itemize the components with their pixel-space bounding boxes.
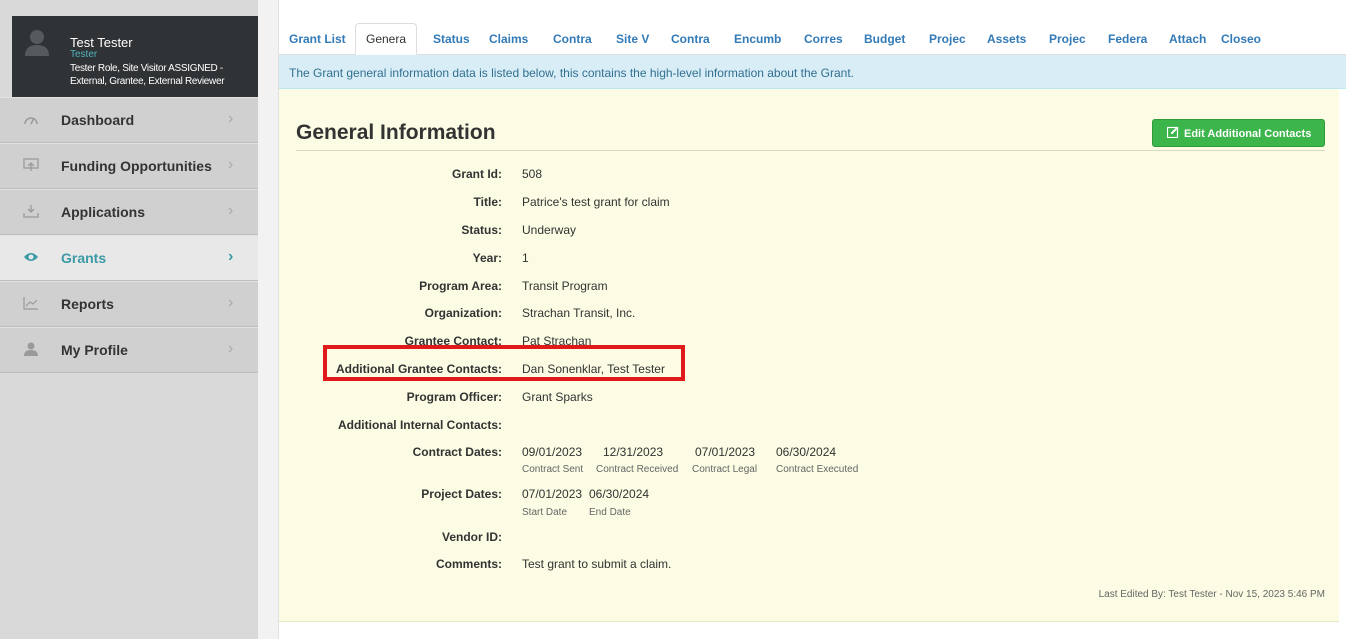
eye-icon — [22, 250, 40, 266]
project-start-caption: Start Date — [522, 507, 568, 518]
chevron-right-icon: › — [228, 340, 234, 357]
status-label: Status: — [461, 223, 502, 237]
tab-attachments[interactable]: Attach — [1169, 23, 1206, 55]
title-label: Title: — [473, 195, 502, 209]
program-officer-label: Program Officer: — [406, 390, 502, 404]
contract-legal-caption: Contract Legal — [692, 464, 758, 475]
program-area-value: Transit Program — [522, 279, 608, 293]
sidebar-item-dashboard[interactable]: Dashboard › — [0, 97, 258, 143]
tab-projects-2[interactable]: Projec — [1049, 23, 1086, 55]
edit-button-label: Edit Additional Contacts — [1184, 128, 1312, 140]
tab-budget[interactable]: Budget — [864, 23, 905, 55]
upload-box-icon — [22, 158, 40, 174]
chevron-right-icon: › — [228, 202, 234, 219]
grant-id-value: 508 — [522, 167, 543, 181]
organization-value: Strachan Transit, Inc. — [522, 306, 636, 320]
year-value: 1 — [522, 251, 529, 265]
tab-contracts-2[interactable]: Contra — [671, 23, 710, 55]
sidebar-item-label: Dashboard — [61, 112, 135, 128]
sidebar-item-label: Grants — [61, 250, 107, 266]
general-info-panel: General Information Edit Additional Cont… — [279, 89, 1339, 622]
title-divider — [296, 150, 1325, 151]
tab-federal[interactable]: Federa — [1108, 23, 1147, 55]
download-tray-icon — [22, 204, 40, 220]
chevron-right-icon: › — [228, 156, 234, 173]
status-value: Underway — [522, 223, 577, 237]
sidebar-item-reports[interactable]: Reports › — [0, 281, 258, 327]
project-end-caption: End Date — [589, 507, 631, 518]
sidebar-item-label: Funding Opportunities — [61, 158, 212, 174]
contract-dates-label: Contract Dates: — [412, 445, 502, 459]
additional-internal-contacts-label: Additional Internal Contacts: — [337, 418, 502, 432]
sidebar: Test Tester Tester Tester Role, Site Vis… — [0, 0, 258, 639]
contract-received-date: 12/31/2023 — [603, 445, 664, 459]
last-edited-text: Last Edited By: Test Tester - Nov 15, 20… — [1098, 589, 1325, 600]
contract-sent-caption: Contract Sent — [522, 464, 584, 475]
program-area-label: Program Area: — [419, 279, 502, 293]
tab-correspondence[interactable]: Corres — [804, 23, 843, 55]
page-title: General Information — [296, 121, 496, 144]
main-content: Grant List Genera Status Claims Contra S… — [278, 0, 1346, 639]
user-icon — [22, 342, 40, 358]
user-name: Test Tester — [70, 35, 133, 50]
comments-label: Comments: — [435, 557, 502, 571]
project-start-date: 07/01/2023 — [522, 487, 583, 501]
info-text: The Grant general information data is li… — [289, 66, 854, 80]
project-end-date: 06/30/2024 — [589, 487, 650, 501]
sidebar-item-funding-opportunities[interactable]: Funding Opportunities › — [0, 143, 258, 189]
edit-icon — [1167, 126, 1179, 138]
contract-sent-date: 09/01/2023 — [522, 445, 583, 459]
sidebar-item-grants[interactable]: Grants › — [0, 235, 258, 281]
sidebar-item-label: Reports — [61, 296, 114, 312]
tab-general[interactable]: Genera — [355, 23, 418, 55]
sidebar-item-label: My Profile — [61, 342, 128, 358]
edit-additional-contacts-button[interactable]: Edit Additional Contacts — [1152, 119, 1325, 147]
info-alert: The Grant general information data is li… — [279, 55, 1346, 89]
sidebar-item-applications[interactable]: Applications › — [0, 189, 258, 235]
tab-projects[interactable]: Projec — [929, 23, 966, 55]
tab-status[interactable]: Status — [433, 23, 470, 55]
sidebar-item-my-profile[interactable]: My Profile › — [0, 327, 258, 373]
tab-encumbrances[interactable]: Encumb — [734, 23, 781, 55]
title-value: Patrice's test grant for claim — [522, 195, 670, 209]
tab-grant-list[interactable]: Grant List — [289, 23, 346, 55]
tab-closeout[interactable]: Closeo — [1221, 23, 1261, 55]
vendor-id-label: Vendor ID: — [441, 530, 502, 544]
comments-value: Test grant to submit a claim. — [522, 557, 672, 571]
highlight-annotation-box — [323, 345, 685, 381]
user-panel: Test Tester Tester Tester Role, Site Vis… — [12, 16, 258, 97]
speedometer-icon — [22, 112, 40, 128]
grant-id-label: Grant Id: — [452, 167, 502, 181]
user-avatar-icon — [25, 30, 49, 56]
organization-label: Organization: — [424, 306, 502, 320]
year-label: Year: — [472, 251, 502, 265]
chevron-right-icon: › — [228, 294, 234, 311]
line-chart-icon — [22, 296, 40, 312]
contract-executed-caption: Contract Executed — [776, 464, 859, 475]
panel-footer — [279, 622, 1339, 639]
contract-legal-date: 07/01/2023 — [695, 445, 756, 459]
tab-bar: Grant List Genera Status Claims Contra S… — [279, 0, 1346, 55]
user-role: Tester Role, Site Visitor ASSIGNED - Ext… — [70, 63, 225, 87]
sidebar-item-label: Applications — [61, 204, 146, 220]
tab-site-visits[interactable]: Site V — [616, 23, 649, 55]
chevron-right-icon: › — [228, 110, 234, 127]
program-officer-value: Grant Sparks — [522, 390, 593, 404]
user-subtitle: Tester — [70, 49, 98, 60]
tab-contracts[interactable]: Contra — [553, 23, 592, 55]
project-dates-label: Project Dates: — [421, 487, 502, 501]
tab-assets[interactable]: Assets — [987, 23, 1026, 55]
tab-claims[interactable]: Claims — [489, 23, 528, 55]
chevron-right-icon: › — [228, 248, 234, 265]
contract-received-caption: Contract Received — [596, 464, 679, 475]
contract-executed-date: 06/30/2024 — [776, 445, 837, 459]
